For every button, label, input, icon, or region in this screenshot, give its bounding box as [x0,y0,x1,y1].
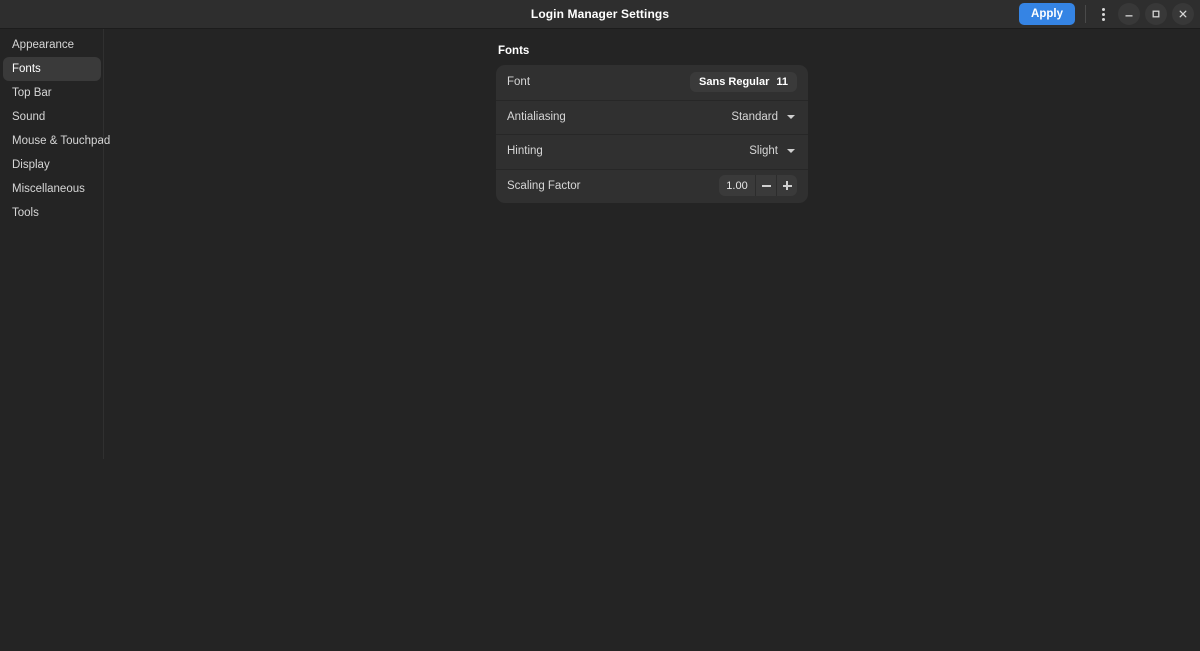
row-hinting-label: Hinting [507,145,543,158]
sidebar-item-top-bar[interactable]: Top Bar [3,81,101,105]
hinting-dropdown[interactable]: Slight [743,142,797,160]
close-icon [1178,9,1188,19]
sidebar-item-label: Mouse & Touchpad [12,135,111,147]
scaling-factor-input[interactable]: 1.00 [719,175,755,196]
row-scaling-factor: Scaling Factor 1.00 [496,168,808,204]
font-chooser-button[interactable]: Sans Regular 11 [690,72,797,93]
row-font-control: Sans Regular 11 [690,72,797,93]
sidebar-item-miscellaneous[interactable]: Miscellaneous [3,177,101,201]
close-button[interactable] [1172,3,1194,25]
minimize-icon [1124,9,1134,19]
apply-button[interactable]: Apply [1019,3,1075,25]
window-titlebar: Login Manager Settings Apply [0,0,1200,29]
kebab-dot [1101,12,1105,16]
scaling-factor-increment-button[interactable] [776,175,797,197]
section-title: Fonts [498,45,530,57]
sidebar-item-mouse-touchpad[interactable]: Mouse & Touchpad [3,129,110,153]
sidebar-item-display[interactable]: Display [3,153,101,177]
row-hinting-control: Slight [743,142,797,160]
maximize-button[interactable] [1145,3,1167,25]
row-font-label: Font [507,76,531,89]
sidebar-item-label: Sound [12,111,46,123]
sidebar-item-label: Miscellaneous [12,183,85,195]
fonts-settings-card: Font Sans Regular 11 Antialiasing Standa… [496,65,808,203]
sidebar-item-sound[interactable]: Sound [3,105,101,129]
sidebar-item-appearance[interactable]: Appearance [3,33,101,57]
sidebar-item-label: Appearance [12,39,75,51]
minimize-button[interactable] [1118,3,1140,25]
sidebar-item-label: Tools [12,207,39,219]
kebab-menu-icon[interactable] [1093,3,1113,25]
minus-icon [761,185,771,187]
antialiasing-dropdown[interactable]: Standard [725,108,797,126]
row-scaling-factor-control: 1.00 [719,175,797,197]
titlebar-controls: Apply [1019,3,1200,25]
row-antialiasing-control: Standard [725,108,797,126]
hinting-value: Slight [749,145,778,158]
row-hinting: Hinting Slight [496,134,808,169]
chevron-down-icon [787,149,795,154]
sidebar: Appearance Fonts Top Bar Sound Mouse & T… [0,29,110,651]
font-name-value: Sans Regular [699,76,770,89]
sidebar-item-label: Top Bar [12,87,52,99]
row-font: Font Sans Regular 11 [496,65,808,100]
fonts-section: Fonts Font Sans Regular 11 Antialiasing [496,45,808,203]
kebab-dot [1101,7,1105,11]
maximize-icon [1151,9,1161,19]
titlebar-divider [1085,5,1086,23]
scaling-factor-decrement-button[interactable] [755,175,776,197]
sidebar-item-label: Display [12,159,50,171]
row-scaling-factor-label: Scaling Factor [507,179,581,192]
row-antialiasing-label: Antialiasing [507,110,566,123]
content-area: Fonts Font Sans Regular 11 Antialiasing [104,29,1200,651]
sidebar-item-tools[interactable]: Tools [3,201,101,225]
kebab-dot [1101,17,1105,21]
row-antialiasing: Antialiasing Standard [496,99,808,135]
font-size-value: 11 [776,76,788,89]
plus-icon [782,181,792,191]
app-body: Appearance Fonts Top Bar Sound Mouse & T… [0,29,1200,651]
sidebar-item-fonts[interactable]: Fonts [3,57,101,81]
scaling-factor-stepper[interactable]: 1.00 [719,175,797,197]
antialiasing-value: Standard [731,110,778,123]
sidebar-item-label: Fonts [12,63,41,75]
chevron-down-icon [787,114,795,119]
